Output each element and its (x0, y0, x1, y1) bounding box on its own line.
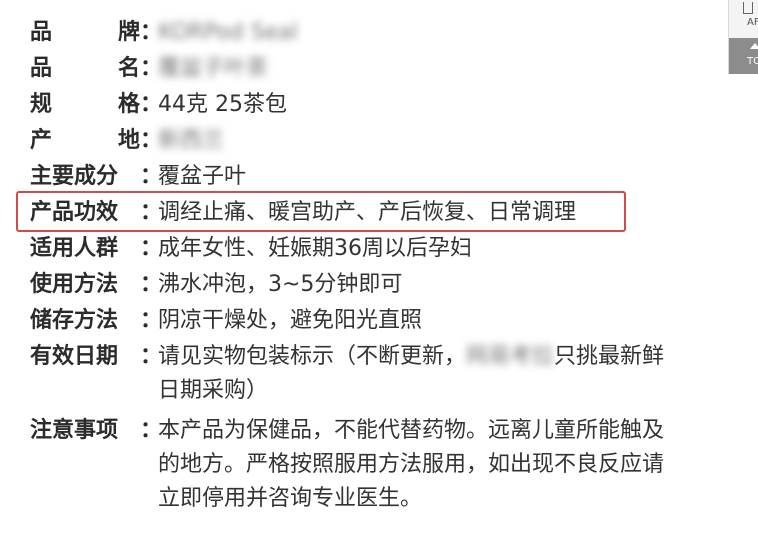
value-expiry-line2: 日期采购） (158, 378, 269, 403)
label-usage: 使用方法 (30, 272, 119, 297)
value-notice-line1: 本产品为保健品，不能代替药物。远离儿童所能触及 (158, 418, 665, 443)
value-efficacy: 调经止痛、暖宫助产、产后恢复、日常调理 (158, 200, 577, 225)
value-expiry-part2: 只挑最新鲜 (554, 344, 665, 369)
label-efficacy: 产品功效 (30, 200, 119, 225)
label-origin: 产地 (30, 122, 140, 159)
value-brand: KORPod Seal (158, 20, 298, 45)
side-widget: AF TO (728, 0, 758, 74)
label-target-users: 适用人群 (30, 236, 119, 261)
value-product-name: 覆盆子叶茶 (158, 56, 269, 81)
label-notice: 注意事项 (30, 418, 119, 443)
label-brand-char1: 品 (30, 20, 53, 45)
value-spec: 44克 25茶包 (158, 92, 287, 117)
bracket-icon (743, 2, 753, 14)
side-widget-top[interactable]: AF (729, 0, 758, 38)
value-origin: 新西兰 (158, 128, 225, 153)
label-ingredients: 主要成分 (30, 164, 119, 189)
value-ingredients: 覆盆子叶 (158, 164, 247, 189)
value-notice-line2: 的地方。严格按照服用方法服用，如出现不良反应请 (158, 452, 665, 477)
label-product-name: 品名 (30, 50, 140, 87)
value-expiry-redacted: 网易考拉 (466, 344, 555, 369)
chevron-up-icon (750, 43, 758, 49)
value-storage: 阴凉干燥处，避免阳光直照 (158, 308, 423, 333)
back-to-top-button[interactable]: TO (729, 38, 758, 74)
label-spec-char2: 格 (117, 92, 140, 117)
label-expiry: 有效日期 (30, 344, 119, 369)
value-usage: 沸水冲泡，3~5分钟即可 (158, 272, 403, 297)
label-storage: 储存方法 (30, 308, 119, 333)
label-origin-char1: 产 (30, 128, 53, 153)
value-target-users: 成年女性、妊娠期36周以后孕妇 (158, 236, 472, 261)
label-brand: 品牌 (30, 14, 140, 51)
label-spec: 规格 (30, 86, 140, 123)
value-notice-line3: 立即停用并咨询专业医生。 (158, 486, 423, 511)
side-widget-top-label: AF (747, 17, 758, 28)
label-origin-char2: 地 (117, 128, 140, 153)
label-name-char2: 名 (117, 56, 140, 81)
label-name-char1: 品 (30, 56, 53, 81)
value-expiry-part1: 请见实物包装标示（不断更新， (158, 344, 467, 369)
value-expiry: 请见实物包装标示（不断更新，网易考拉只挑最新鲜 (158, 338, 718, 375)
label-brand-char2: 牌 (117, 20, 140, 45)
back-to-top-label: TO (747, 56, 758, 67)
label-spec-char1: 规 (30, 92, 53, 117)
